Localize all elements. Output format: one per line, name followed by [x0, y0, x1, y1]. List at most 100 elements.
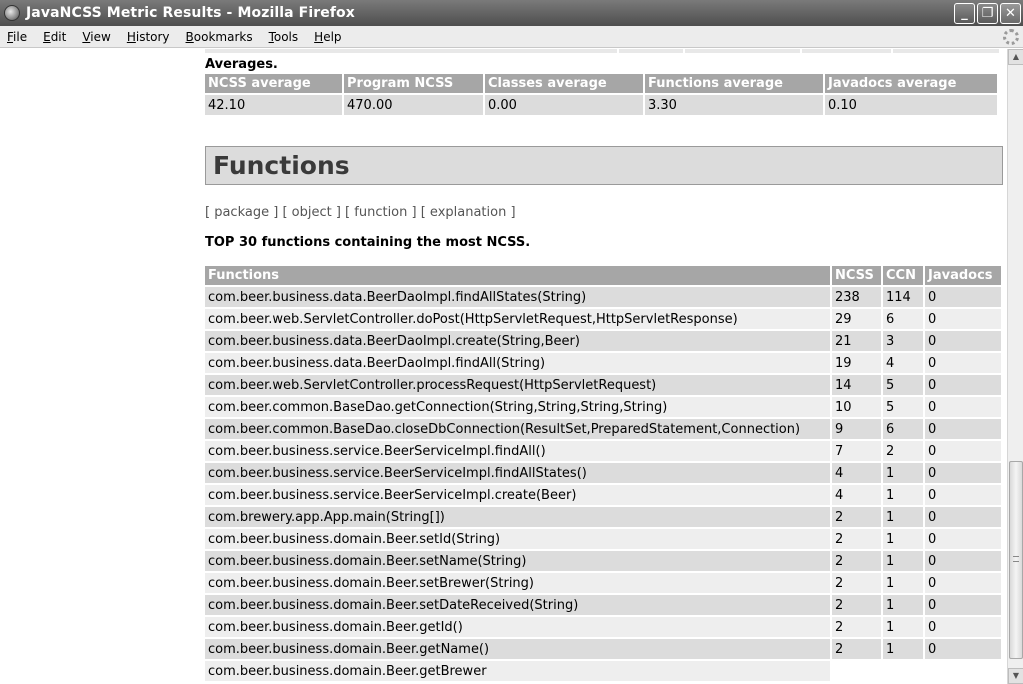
- ccn-cell: 1: [883, 573, 923, 593]
- ccn-cell: 5: [883, 375, 923, 395]
- function-name-cell: com.beer.business.domain.Beer.setId(Stri…: [205, 529, 830, 549]
- table-row: com.beer.business.data.BeerDaoImpl.creat…: [205, 331, 1001, 351]
- ncss-cell: 2: [832, 595, 881, 615]
- empty-cell: [832, 661, 881, 681]
- table-row: com.beer.web.ServletController.processRe…: [205, 375, 1001, 395]
- ccn-cell: 1: [883, 529, 923, 549]
- ncss-cell: 2: [832, 573, 881, 593]
- averages-header: Functions average: [645, 74, 823, 93]
- minimize-button[interactable]: _: [954, 3, 975, 24]
- table-row: com.beer.business.domain.Beer.getName() 2…: [205, 639, 1001, 659]
- functions-heading: Functions: [205, 146, 1003, 185]
- menu-history[interactable]: History: [119, 30, 178, 44]
- javadocs-cell: 0: [925, 309, 1001, 329]
- javadocs-cell: 0: [925, 551, 1001, 571]
- table-row: com.beer.business.domain.Beer.getBrewer: [205, 661, 1001, 681]
- averages-header: NCSS average: [205, 74, 342, 93]
- table-row: com.beer.common.BaseDao.closeDbConnectio…: [205, 419, 1001, 439]
- firefox-icon: [4, 5, 20, 21]
- menu-bookmarks[interactable]: Bookmarks: [178, 30, 261, 44]
- ccn-cell: 2: [883, 441, 923, 461]
- ncss-cell: 10: [832, 397, 881, 417]
- ccn-cell: 114: [883, 287, 923, 307]
- menu-view[interactable]: View: [74, 30, 118, 44]
- averages-header: Program NCSS: [344, 74, 483, 93]
- menu-file[interactable]: File: [0, 30, 35, 44]
- window-controls: _ ❐ ✕: [954, 3, 1021, 24]
- averages-header: Javadocs average: [825, 74, 997, 93]
- table-row: com.beer.business.domain.Beer.getId() 2 1 0: [205, 617, 1001, 637]
- scrollbar-thumb[interactable]: [1009, 461, 1023, 659]
- nav-link-explanation[interactable]: explanation: [430, 205, 506, 220]
- menu-tools[interactable]: Tools: [261, 30, 307, 44]
- function-name-cell: com.beer.web.ServletController.doPost(Ht…: [205, 309, 830, 329]
- averages-label: Averages.: [205, 57, 278, 72]
- function-name-cell: com.beer.business.data.BeerDaoImpl.findA…: [205, 353, 830, 373]
- javadocs-cell: 0: [925, 287, 1001, 307]
- javadocs-cell: 0: [925, 507, 1001, 527]
- table-row: com.beer.business.domain.Beer.setDateRec…: [205, 595, 1001, 615]
- ncss-cell: 2: [832, 529, 881, 549]
- ncss-cell: 2: [832, 639, 881, 659]
- ccn-cell: 1: [883, 595, 923, 615]
- scrolled-table-edge: [205, 49, 999, 53]
- function-name-cell: com.beer.business.domain.Beer.getBrewer: [205, 661, 830, 681]
- ncss-cell: 14: [832, 375, 881, 395]
- averages-value: 3.30: [645, 95, 823, 115]
- ccn-cell: 1: [883, 463, 923, 483]
- function-name-cell: com.beer.business.service.BeerServiceImp…: [205, 441, 830, 461]
- table-row: com.beer.business.domain.Beer.setName(St…: [205, 551, 1001, 571]
- function-name-cell: com.beer.business.domain.Beer.getName(): [205, 639, 830, 659]
- close-button[interactable]: ✕: [1000, 3, 1021, 24]
- ccn-cell: 3: [883, 331, 923, 351]
- javadocs-cell: 0: [925, 595, 1001, 615]
- ccn-cell: 6: [883, 419, 923, 439]
- javadocs-cell: 0: [925, 485, 1001, 505]
- nav-link-package[interactable]: package: [214, 205, 269, 220]
- function-name-cell: com.beer.business.domain.Beer.getId(): [205, 617, 830, 637]
- function-name-cell: com.brewery.app.App.main(String[]): [205, 507, 830, 527]
- javadocs-cell: 0: [925, 331, 1001, 351]
- nav-link-function[interactable]: function: [354, 205, 407, 220]
- ccn-cell: 5: [883, 397, 923, 417]
- javadocs-cell: 0: [925, 463, 1001, 483]
- javadocs-cell: 0: [925, 617, 1001, 637]
- table-row: com.beer.business.data.BeerDaoImpl.findA…: [205, 353, 1001, 373]
- averages-value: 0.00: [485, 95, 643, 115]
- function-name-cell: com.beer.common.BaseDao.closeDbConnectio…: [205, 419, 830, 439]
- function-name-cell: com.beer.business.service.BeerServiceImp…: [205, 485, 830, 505]
- averages-value: 470.00: [344, 95, 483, 115]
- javadocs-cell: 0: [925, 419, 1001, 439]
- table-row: com.beer.business.domain.Beer.setId(Stri…: [205, 529, 1001, 549]
- averages-header: Classes average: [485, 74, 643, 93]
- javadocs-cell: 0: [925, 397, 1001, 417]
- empty-cell: [925, 661, 1001, 681]
- function-name-cell: com.beer.business.domain.Beer.setName(St…: [205, 551, 830, 571]
- ncss-cell: 29: [832, 309, 881, 329]
- window-title: JavaNCSS Metric Results - Mozilla Firefo…: [26, 5, 355, 21]
- ccn-cell: 1: [883, 485, 923, 505]
- javadocs-header: Javadocs: [925, 266, 1001, 285]
- vertical-scrollbar[interactable]: ▲ ▼: [1007, 49, 1023, 684]
- ncss-cell: 4: [832, 485, 881, 505]
- ncss-header: NCSS: [832, 266, 881, 285]
- menu-help[interactable]: Help: [306, 30, 349, 44]
- javadocs-cell: 0: [925, 639, 1001, 659]
- ncss-cell: 7: [832, 441, 881, 461]
- nav-link-object[interactable]: object: [292, 205, 332, 220]
- scroll-down-arrow-icon[interactable]: ▼: [1008, 668, 1023, 684]
- ncss-cell: 2: [832, 617, 881, 637]
- table-row: com.beer.business.service.BeerServiceImp…: [205, 485, 1001, 505]
- menu-edit[interactable]: Edit: [35, 30, 74, 44]
- top-functions-caption: TOP 30 functions containing the most NCS…: [205, 235, 531, 250]
- ncss-cell: 4: [832, 463, 881, 483]
- ccn-cell: 1: [883, 507, 923, 527]
- scroll-up-arrow-icon[interactable]: ▲: [1008, 49, 1023, 65]
- maximize-button[interactable]: ❐: [977, 3, 998, 24]
- section-nav: [ package ] [ object ] [ function ] [ ex…: [205, 205, 516, 220]
- functions-header: Functions: [205, 266, 830, 285]
- javadocs-cell: 0: [925, 375, 1001, 395]
- ccn-cell: 1: [883, 551, 923, 571]
- javadocs-cell: 0: [925, 353, 1001, 373]
- javadocs-cell: 0: [925, 573, 1001, 593]
